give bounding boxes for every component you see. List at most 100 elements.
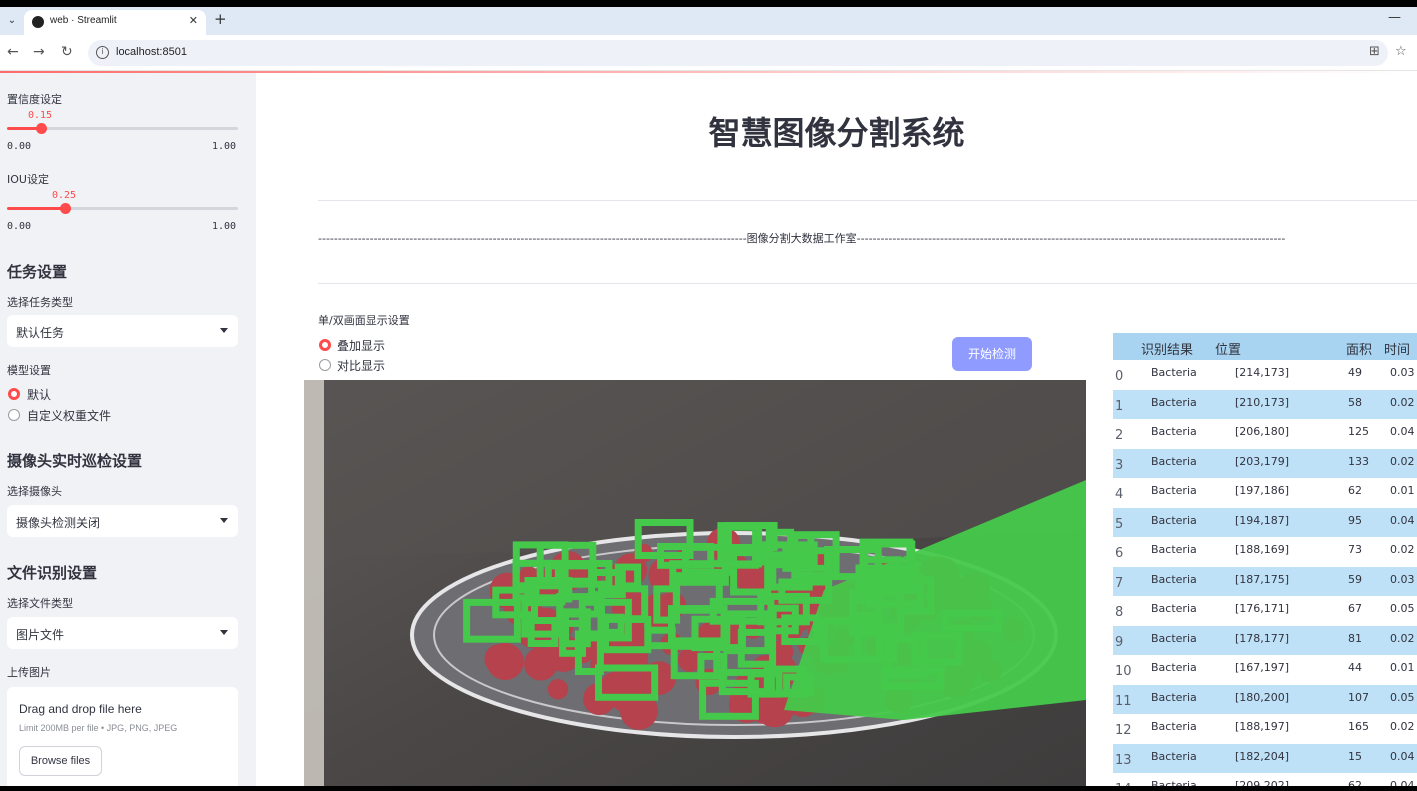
cell-area: 15 bbox=[1348, 749, 1362, 763]
table-row[interactable]: 0 Bacteria [214,173] 49 0.03 bbox=[1113, 360, 1417, 390]
studio-divider-text: ----------------------------------------… bbox=[318, 232, 1286, 245]
camera-heading: 摄像头实时巡检设置 bbox=[7, 452, 143, 470]
header-area: 面积 bbox=[1346, 343, 1373, 358]
tab-search-icon[interactable]: ⌄ bbox=[4, 13, 20, 29]
cell-result: Bacteria bbox=[1151, 720, 1197, 733]
streamlit-favicon-icon bbox=[32, 16, 44, 28]
browse-files-button[interactable]: Browse files bbox=[19, 746, 102, 776]
table-row[interactable]: 14 Bacteria [209,202] 62 0.04 bbox=[1113, 773, 1417, 786]
cell-time: 0.04 bbox=[1390, 513, 1415, 527]
file-label: 选择文件类型 bbox=[7, 597, 73, 610]
cell-area: 44 bbox=[1348, 661, 1362, 674]
table-header: 识别结果 位置 面积 时间 bbox=[1113, 333, 1417, 360]
cell-position: [182,204] bbox=[1235, 749, 1290, 763]
url-text: localhost:8501 bbox=[116, 46, 187, 58]
row-index: 9 bbox=[1115, 634, 1124, 650]
cell-position: [197,186] bbox=[1235, 484, 1290, 497]
model-radio-custom[interactable] bbox=[8, 409, 20, 421]
table-row[interactable]: 4 Bacteria [197,186] 62 0.01 bbox=[1113, 478, 1417, 508]
display-radio-overlay[interactable] bbox=[319, 339, 331, 351]
row-index: 14 bbox=[1115, 782, 1132, 786]
divider-bottom bbox=[318, 283, 1417, 284]
site-info-icon[interactable]: i bbox=[96, 46, 109, 59]
row-index: 11 bbox=[1115, 693, 1132, 709]
table-row[interactable]: 10 Bacteria [167,197] 44 0.01 bbox=[1113, 655, 1417, 685]
cell-area: 49 bbox=[1348, 366, 1362, 379]
table-row[interactable]: 8 Bacteria [176,171] 67 0.05 bbox=[1113, 596, 1417, 626]
task-label: 选择任务类型 bbox=[7, 296, 73, 309]
chevron-down-icon bbox=[220, 518, 228, 523]
browser-window: ⌄ web · Streamlit ✕ + — ← → ↻ i localhos… bbox=[0, 7, 1417, 786]
cell-time: 0.01 bbox=[1390, 661, 1415, 674]
close-icon[interactable]: ✕ bbox=[189, 14, 198, 27]
minimize-icon[interactable]: — bbox=[1388, 10, 1401, 25]
display-option-compare[interactable]: 对比显示 bbox=[337, 357, 385, 374]
cell-area: 58 bbox=[1348, 395, 1362, 409]
table-row[interactable]: 5 Bacteria [194,187] 95 0.04 bbox=[1113, 507, 1417, 537]
bookmark-star-icon[interactable]: ☆ bbox=[1395, 44, 1407, 59]
table-row[interactable]: 6 Bacteria [188,169] 73 0.02 bbox=[1113, 537, 1417, 567]
browser-tab[interactable]: web · Streamlit ✕ bbox=[24, 10, 206, 35]
results-table[interactable]: 识别结果 位置 面积 时间 0 Bacteria [214,173] 49 0.03 1 B… bbox=[1113, 333, 1417, 786]
sidebar: 置信度设定 0.15 0.00 1.00 IOU设定 0.25 0.00 1.0… bbox=[0, 73, 256, 786]
iou-slider-thumb[interactable] bbox=[60, 203, 71, 214]
cell-position: [178,177] bbox=[1235, 631, 1290, 645]
display-option-overlay[interactable]: 叠加显示 bbox=[337, 337, 385, 354]
iou-label: IOU设定 bbox=[7, 173, 49, 186]
model-label: 模型设置 bbox=[7, 364, 51, 377]
back-arrow-icon[interactable]: ← bbox=[7, 44, 19, 60]
confidence-max: 1.00 bbox=[212, 141, 237, 152]
task-select[interactable]: 默认任务 bbox=[7, 315, 238, 347]
file-dropzone[interactable]: Drag and drop file here Limit 200MB per … bbox=[7, 687, 238, 786]
display-radio-compare[interactable] bbox=[319, 359, 331, 371]
cell-position: [209,202] bbox=[1235, 779, 1290, 786]
model-option-default[interactable]: 默认 bbox=[27, 386, 51, 403]
colony-mask bbox=[484, 644, 514, 674]
table-row[interactable]: 9 Bacteria [178,177] 81 0.02 bbox=[1113, 625, 1417, 655]
camera-select[interactable]: 摄像头检测关闭 bbox=[7, 505, 238, 537]
table-row[interactable]: 11 Bacteria [180,200] 107 0.05 bbox=[1113, 684, 1417, 714]
iou-slider-fill bbox=[7, 207, 65, 210]
confidence-slider[interactable] bbox=[7, 123, 238, 134]
table-row[interactable]: 12 Bacteria [188,197] 165 0.02 bbox=[1113, 714, 1417, 744]
page-title: 智慧图像分割系统 bbox=[708, 114, 965, 152]
iou-max: 1.00 bbox=[212, 221, 237, 232]
tab-title: web · Streamlit bbox=[50, 15, 117, 26]
address-bar[interactable]: i localhost:8501 bbox=[88, 40, 1388, 66]
reload-icon[interactable]: ↻ bbox=[61, 44, 73, 60]
divider-top bbox=[318, 200, 1417, 201]
cell-result: Bacteria bbox=[1151, 749, 1197, 763]
row-index: 8 bbox=[1115, 605, 1124, 620]
iou-slider[interactable] bbox=[7, 203, 238, 214]
cell-position: [176,171] bbox=[1235, 602, 1290, 615]
model-radio-default[interactable] bbox=[8, 388, 20, 400]
table-row[interactable]: 13 Bacteria [182,204] 15 0.04 bbox=[1113, 743, 1417, 773]
iou-value: 0.25 bbox=[52, 190, 77, 201]
cell-time: 0.03 bbox=[1390, 572, 1415, 586]
cell-position: [188,169] bbox=[1235, 543, 1290, 556]
cell-result: Bacteria bbox=[1151, 602, 1197, 615]
cell-time: 0.02 bbox=[1390, 720, 1415, 733]
model-option-custom[interactable]: 自定义权重文件 bbox=[27, 407, 111, 424]
row-index: 12 bbox=[1115, 723, 1132, 738]
upload-label: 上传图片 bbox=[7, 666, 51, 679]
table-row[interactable]: 3 Bacteria [203,179] 133 0.02 bbox=[1113, 448, 1417, 478]
cell-result: Bacteria bbox=[1151, 425, 1197, 438]
confidence-slider-thumb[interactable] bbox=[36, 123, 47, 134]
cell-time: 0.03 bbox=[1390, 366, 1415, 379]
cell-time: 0.04 bbox=[1390, 425, 1415, 438]
forward-arrow-icon[interactable]: → bbox=[33, 44, 45, 60]
start-detection-button[interactable]: 开始检测 bbox=[952, 337, 1032, 371]
cell-result: Bacteria bbox=[1151, 661, 1197, 674]
table-row[interactable]: 1 Bacteria [210,173] 58 0.02 bbox=[1113, 389, 1417, 419]
new-tab-plus-icon[interactable]: + bbox=[214, 10, 227, 28]
table-row[interactable]: 2 Bacteria [206,180] 125 0.04 bbox=[1113, 419, 1417, 449]
file-type-select[interactable]: 图片文件 bbox=[7, 617, 238, 649]
row-index: 4 bbox=[1115, 487, 1124, 502]
table-row[interactable]: 7 Bacteria [187,175] 59 0.03 bbox=[1113, 566, 1417, 596]
confidence-value: 0.15 bbox=[28, 110, 53, 121]
header-position: 位置 bbox=[1215, 343, 1242, 358]
cell-time: 0.02 bbox=[1390, 543, 1415, 556]
row-index: 5 bbox=[1115, 516, 1124, 532]
translate-icon[interactable]: ⊞ bbox=[1369, 44, 1380, 59]
